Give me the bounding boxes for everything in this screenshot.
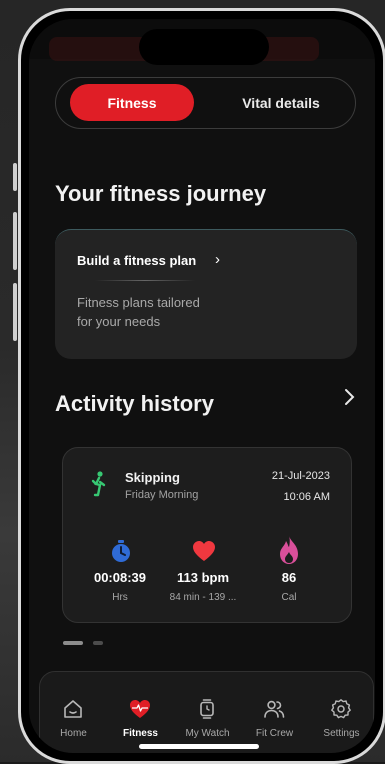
heart-pulse-icon xyxy=(130,700,150,718)
people-icon xyxy=(264,700,285,718)
journey-heading: Your fitness journey xyxy=(55,181,267,206)
gear-icon xyxy=(331,699,351,719)
nav-label-settings: Settings xyxy=(323,728,360,739)
nav-label-home: Home xyxy=(60,728,87,739)
stat-calories-value: 86 xyxy=(281,570,297,585)
flame-icon xyxy=(280,536,298,564)
plan-description: Fitness plans tailored for your needs xyxy=(77,293,237,331)
activity-name: Skipping xyxy=(125,470,180,485)
screen: Fitness Vital details Your fitness journ… xyxy=(29,19,375,753)
tab-vital-details[interactable]: Vital details xyxy=(216,84,346,121)
activity-date: 21-Jul-2023 xyxy=(271,470,330,482)
home-icon xyxy=(64,700,82,718)
bottom-navigation: Home Fitness My Watch Fit Crew Settings xyxy=(39,671,374,753)
heart-icon xyxy=(193,541,215,561)
tab-fitness[interactable]: Fitness xyxy=(70,84,194,121)
nav-label-fit-crew: Fit Crew xyxy=(255,728,294,739)
dynamic-island xyxy=(139,29,269,65)
watch-icon xyxy=(200,699,214,719)
plan-divider xyxy=(95,280,195,281)
stat-heart-rate-value: 113 bpm xyxy=(176,570,230,585)
nav-label-fitness: Fitness xyxy=(122,728,158,739)
home-indicator[interactable] xyxy=(139,744,259,749)
nav-item-settings[interactable]: Settings xyxy=(308,672,375,752)
nav-item-my-watch[interactable]: My Watch xyxy=(174,672,241,752)
nav-item-fitness[interactable]: Fitness xyxy=(107,672,174,752)
page-indicator-active[interactable] xyxy=(63,641,83,645)
side-button-volume-down xyxy=(13,283,17,341)
activity-time: 10:06 AM xyxy=(283,491,330,503)
nav-label-my-watch: My Watch xyxy=(185,728,230,739)
plan-description-line-1: Fitness plans tailored xyxy=(77,295,200,310)
nav-item-home[interactable]: Home xyxy=(40,672,107,752)
segmented-tabs: Fitness Vital details xyxy=(55,77,356,129)
activity-card[interactable]: Skipping Friday Morning 21-Jul-2023 10:0… xyxy=(62,447,352,623)
plan-description-line-2: for your needs xyxy=(77,314,161,329)
chevron-right-icon: › xyxy=(215,251,220,268)
plan-title: Build a fitness plan xyxy=(77,253,197,268)
page-indicator-inactive[interactable] xyxy=(93,641,103,645)
stopwatch-icon xyxy=(112,540,130,562)
activity-time-of-day: Friday Morning xyxy=(125,489,199,501)
side-button-mute xyxy=(13,163,17,191)
stat-calories-label: Cal xyxy=(281,592,297,603)
activity-history-heading: Activity history xyxy=(55,391,214,416)
phone-frame: Fitness Vital details Your fitness journ… xyxy=(18,8,385,764)
nav-item-fit-crew[interactable]: Fit Crew xyxy=(241,672,308,752)
stat-heart-rate-range: 84 min - 139 ... xyxy=(169,592,237,603)
fitness-plan-card[interactable]: Build a fitness plan › Fitness plans tai… xyxy=(55,229,357,359)
side-button-volume-up xyxy=(13,212,17,270)
activity-history-chevron-icon[interactable] xyxy=(342,387,358,407)
runner-icon xyxy=(91,471,106,497)
